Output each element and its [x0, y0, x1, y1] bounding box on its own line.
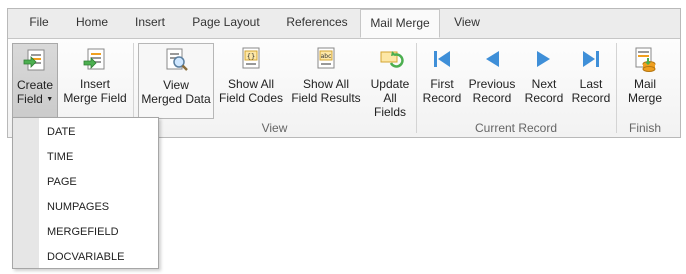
update-all-fields-label-2: All Fields	[373, 91, 406, 119]
insert-merge-field-icon	[83, 48, 105, 70]
svg-text:abc: abc	[321, 53, 332, 60]
tab-page-layout[interactable]: Page Layout	[180, 9, 272, 38]
create-field-icon	[23, 49, 45, 71]
show-all-field-codes-label-2: Field Codes	[218, 91, 284, 105]
insert-merge-field-label-2: Merge Field	[63, 91, 127, 105]
last-record-icon	[583, 51, 599, 67]
group-label-current-record: Current Record	[474, 121, 558, 135]
mail-merge-icon	[635, 47, 656, 72]
view-merged-data-label-2: Merged Data	[141, 92, 211, 106]
group-label-view: View	[261, 121, 288, 135]
next-record-label-1: Next	[531, 77, 557, 91]
previous-record-button[interactable]: Previous Record	[465, 43, 519, 119]
menu-item-numpages[interactable]: NUMPAGES	[39, 195, 158, 219]
previous-record-label-2: Record	[472, 91, 512, 105]
last-record-button[interactable]: Last Record	[569, 43, 613, 119]
update-all-fields-button[interactable]: Update All Fields	[366, 43, 414, 119]
next-record-label-2: Record	[524, 91, 564, 105]
group-finish: Mail Merge Finish	[617, 39, 673, 137]
insert-merge-field-button[interactable]: Insert Merge Field	[60, 43, 130, 119]
previous-record-label-1: Previous	[468, 77, 516, 91]
view-merged-data-icon	[166, 48, 188, 71]
next-record-button[interactable]: Next Record	[521, 43, 567, 119]
chevron-down-icon: ▼	[46, 95, 54, 103]
first-record-label-2: Record	[422, 91, 462, 105]
menu-item-date[interactable]: DATE	[39, 120, 158, 144]
show-all-field-codes-label-1: Show All	[227, 77, 275, 91]
menu-item-page[interactable]: PAGE	[39, 170, 158, 194]
tab-view[interactable]: View	[442, 9, 492, 38]
field-codes-icon: {}	[242, 47, 260, 69]
show-all-field-results-label-2: Field Results	[291, 91, 361, 105]
update-fields-icon	[380, 51, 404, 68]
tab-file[interactable]: File	[16, 9, 62, 38]
mail-merge-label-2: Merge	[627, 91, 662, 105]
last-record-label-1: Last	[579, 77, 603, 91]
tab-insert[interactable]: Insert	[122, 9, 178, 38]
insert-merge-field-label-1: Insert	[79, 77, 110, 91]
previous-record-icon	[486, 51, 499, 67]
tab-mail-merge[interactable]: Mail Merge	[360, 9, 440, 38]
show-all-field-results-button[interactable]: abc Show All Field Results	[288, 43, 364, 119]
svg-text:{}: {}	[247, 53, 255, 61]
tab-home[interactable]: Home	[64, 9, 120, 38]
view-merged-data-label-1: View	[163, 78, 189, 92]
mail-merge-button[interactable]: Mail Merge	[623, 43, 667, 119]
create-field-label-1: Create	[16, 78, 54, 92]
create-field-label-2: Field	[16, 92, 43, 106]
ribbon-tab-bar: File Home Insert Page Layout References …	[8, 9, 680, 39]
field-results-icon: abc	[317, 47, 335, 69]
show-all-field-results-label-1: Show All	[302, 77, 350, 91]
group-view: View Merged Data {} Show All Field Codes…	[134, 39, 415, 137]
first-record-button[interactable]: First Record	[421, 43, 463, 119]
next-record-icon	[537, 51, 550, 67]
first-record-icon	[434, 51, 450, 67]
group-label-finish: Finish	[628, 121, 661, 135]
show-all-field-codes-button[interactable]: {} Show All Field Codes	[216, 43, 286, 119]
view-merged-data-button[interactable]: View Merged Data	[138, 43, 214, 119]
first-record-label-1: First	[430, 77, 454, 91]
tab-references[interactable]: References	[274, 9, 360, 38]
menu-gutter	[13, 118, 39, 268]
group-current-record: First Record Previous Record Next Record	[417, 39, 615, 137]
menu-item-docvariable[interactable]: DOCVARIABLE	[39, 245, 158, 269]
menu-item-time[interactable]: TIME	[39, 145, 158, 169]
last-record-label-2: Record	[571, 91, 611, 105]
menu-item-mergefield[interactable]: MERGEFIELD	[39, 220, 158, 244]
mail-merge-label-1: Mail	[633, 77, 656, 91]
create-field-menu: DATE TIME PAGE NUMPAGES MERGEFIELD DOCVA…	[12, 117, 159, 269]
create-field-button[interactable]: Create Field ▼	[12, 43, 58, 119]
update-all-fields-label-1: Update	[370, 77, 410, 91]
